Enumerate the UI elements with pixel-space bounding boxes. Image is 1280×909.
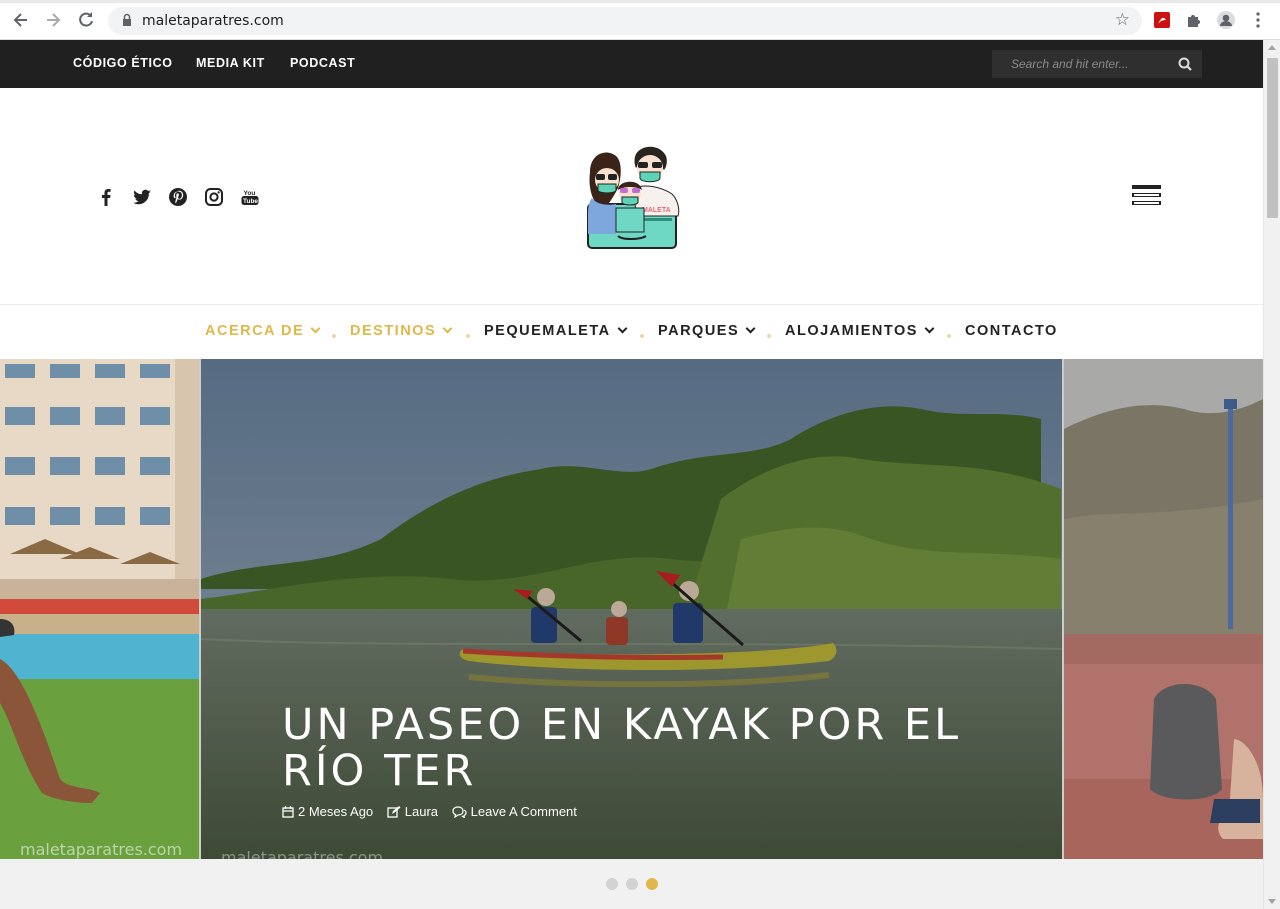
reload-icon[interactable] [76, 10, 96, 30]
main-navigation: ACERCA DE DESTINOS PEQUEMALETA PARQUES A… [0, 305, 1263, 359]
page-scrollbar[interactable] [1263, 40, 1280, 909]
edit-icon [387, 806, 401, 818]
slide-title[interactable]: UN PASEO EN KAYAK POR EL RÍO TER [282, 702, 1002, 794]
pdf-extension-icon[interactable] [1152, 10, 1172, 30]
facebook-icon[interactable] [96, 187, 116, 207]
watermark: maletaparatres.com [221, 848, 383, 859]
chevron-down-icon [442, 323, 453, 334]
nav-pequemaleta[interactable]: PEQUEMALETA [484, 323, 628, 339]
forward-icon[interactable] [43, 10, 63, 30]
slider-pagination [0, 859, 1263, 909]
search-box [992, 50, 1202, 78]
nav-separator [332, 334, 336, 338]
nav-separator [947, 334, 951, 338]
scroll-down-icon[interactable] [1268, 899, 1276, 904]
slider-dot-3[interactable] [646, 878, 658, 890]
slider-dot-1[interactable] [606, 878, 618, 890]
post-date-text: 2 Meses Ago [298, 804, 374, 819]
slider-dot-2[interactable] [626, 878, 638, 890]
nav-separator [466, 334, 470, 338]
tab-strip-edge [0, 0, 1280, 3]
nav-separator [640, 334, 644, 338]
slide-current[interactable]: maletaparatres.com UN PASEO EN KAYAK POR… [201, 359, 1062, 859]
slide-meta: 2 Meses Ago Laura Leave A Comment [282, 804, 587, 819]
more-icon[interactable] [1248, 10, 1268, 30]
scroll-up-icon[interactable] [1268, 45, 1276, 50]
nav-parques[interactable]: PARQUES [658, 323, 756, 339]
slide-previous[interactable]: maletaparatres.com [0, 359, 199, 859]
search-icon[interactable] [1178, 57, 1192, 71]
puzzle-icon[interactable] [1184, 10, 1204, 30]
nav-label: PEQUEMALETA [484, 323, 611, 339]
search-input[interactable] [992, 50, 1172, 78]
menu-toggle-icon[interactable] [1132, 185, 1162, 209]
chevron-down-icon [924, 323, 935, 334]
post-date[interactable]: 2 Meses Ago [282, 804, 373, 819]
scrollbar-thumb[interactable] [1267, 58, 1278, 218]
link-podcast[interactable]: PODCAST [290, 56, 355, 70]
link-codigo-etico[interactable]: CÓDIGO ÉTICO [73, 56, 173, 70]
svg-text:You: You [244, 190, 256, 197]
chevron-down-icon [745, 323, 756, 334]
address-bar[interactable]: maletaparatres.com ☆ [108, 7, 1142, 35]
twitter-icon[interactable] [132, 187, 152, 207]
nav-contacto[interactable]: CONTACTO [965, 323, 1058, 339]
slide-next[interactable] [1064, 359, 1263, 859]
browser-toolbar: maletaparatres.com ☆ [0, 0, 1280, 40]
star-icon[interactable]: ☆ [1115, 10, 1130, 30]
calendar-icon [282, 806, 294, 818]
nav-destinos[interactable]: DESTINOS [350, 323, 453, 339]
comments-icon [452, 806, 467, 819]
post-author-text: Laura [404, 804, 439, 819]
nav-label: PARQUES [658, 323, 740, 339]
nav-label: ACERCA DE [205, 323, 305, 339]
chevron-down-icon [310, 323, 321, 334]
chevron-down-icon [617, 323, 628, 334]
featured-slider: maletaparatres.com maletaparatres.com UN… [0, 359, 1263, 859]
pinterest-icon[interactable] [168, 187, 188, 207]
nav-alojamientos[interactable]: ALOJAMIENTOS [785, 323, 935, 339]
nav-label: ALOJAMIENTOS [785, 323, 918, 339]
youtube-icon[interactable]: You Tube [240, 187, 260, 207]
site-logo[interactable]: MALETA [580, 142, 688, 252]
profile-icon[interactable] [1216, 10, 1236, 30]
watermark: maletaparatres.com [20, 840, 182, 859]
post-comments[interactable]: Leave A Comment [452, 804, 577, 819]
post-author[interactable]: Laura [387, 804, 438, 819]
back-icon[interactable] [11, 10, 31, 30]
url-text: maletaparatres.com [142, 13, 284, 29]
top-bar: CÓDIGO ÉTICO MEDIA KIT PODCAST [0, 40, 1263, 88]
site-header: You Tube MALETA [0, 88, 1263, 305]
link-media-kit[interactable]: MEDIA KIT [196, 56, 265, 70]
post-comments-text: Leave A Comment [470, 804, 577, 819]
svg-text:Tube: Tube [243, 198, 258, 205]
nav-separator [767, 334, 771, 338]
nav-label: DESTINOS [350, 323, 437, 339]
nav-acerca-de[interactable]: ACERCA DE [205, 323, 321, 339]
lock-icon[interactable] [122, 13, 132, 27]
instagram-icon[interactable] [204, 187, 224, 207]
svg-text:MALETA: MALETA [642, 207, 671, 214]
